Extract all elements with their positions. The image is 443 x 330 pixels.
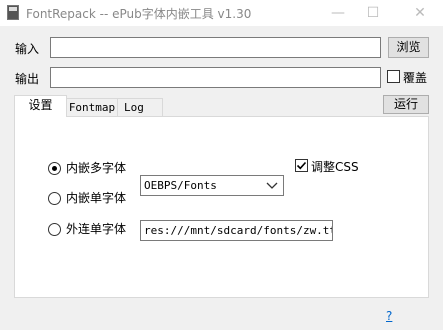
settings-panel	[14, 116, 429, 298]
output-path-field[interactable]	[50, 67, 381, 88]
maximize-icon[interactable]: ☐	[358, 2, 388, 24]
overwrite-checkbox[interactable]	[387, 70, 400, 83]
adjust-css-label: 调整CSS	[311, 160, 359, 174]
run-button[interactable]: 运行	[383, 95, 429, 114]
radio-embed-multi[interactable]	[48, 162, 61, 175]
title-bar: FontRepack -- ePub字体内嵌工具 v1.30 — ☐ ✕	[0, 0, 443, 26]
font-folder-select[interactable]: OEBPS/Fonts	[140, 175, 284, 196]
radio-embed-single-label: 内嵌单字体	[66, 191, 127, 205]
browse-button[interactable]: 浏览	[388, 37, 429, 58]
input-label: 输入	[15, 42, 40, 56]
radio-embed-single[interactable]	[48, 192, 61, 205]
output-label: 输出	[15, 72, 40, 86]
tab-log[interactable]: Log	[117, 98, 163, 118]
radio-embed-multi-label: 内嵌多字体	[66, 161, 127, 175]
chevron-down-icon	[266, 182, 278, 189]
radio-external-single[interactable]	[48, 223, 61, 236]
minimize-icon[interactable]: —	[323, 2, 353, 24]
radio-external-single-label: 外连单字体	[66, 222, 127, 236]
font-folder-value: OEBPS/Fonts	[144, 179, 217, 192]
tab-settings[interactable]: 设置	[14, 95, 67, 117]
window-title: FontRepack -- ePub字体内嵌工具 v1.30	[26, 7, 252, 21]
adjust-css-checkbox[interactable]	[295, 159, 308, 172]
close-icon[interactable]: ✕	[405, 2, 435, 24]
book-app-icon	[7, 5, 19, 20]
overwrite-label: 覆盖	[403, 71, 428, 85]
tab-fontmap[interactable]: Fontmap	[66, 98, 118, 118]
external-font-path-field[interactable]: res:///mnt/sdcard/fonts/zw.ttf	[140, 220, 333, 241]
help-link[interactable]: ?	[386, 309, 392, 323]
checkmark-icon	[296, 161, 307, 170]
input-path-field[interactable]	[50, 37, 381, 58]
